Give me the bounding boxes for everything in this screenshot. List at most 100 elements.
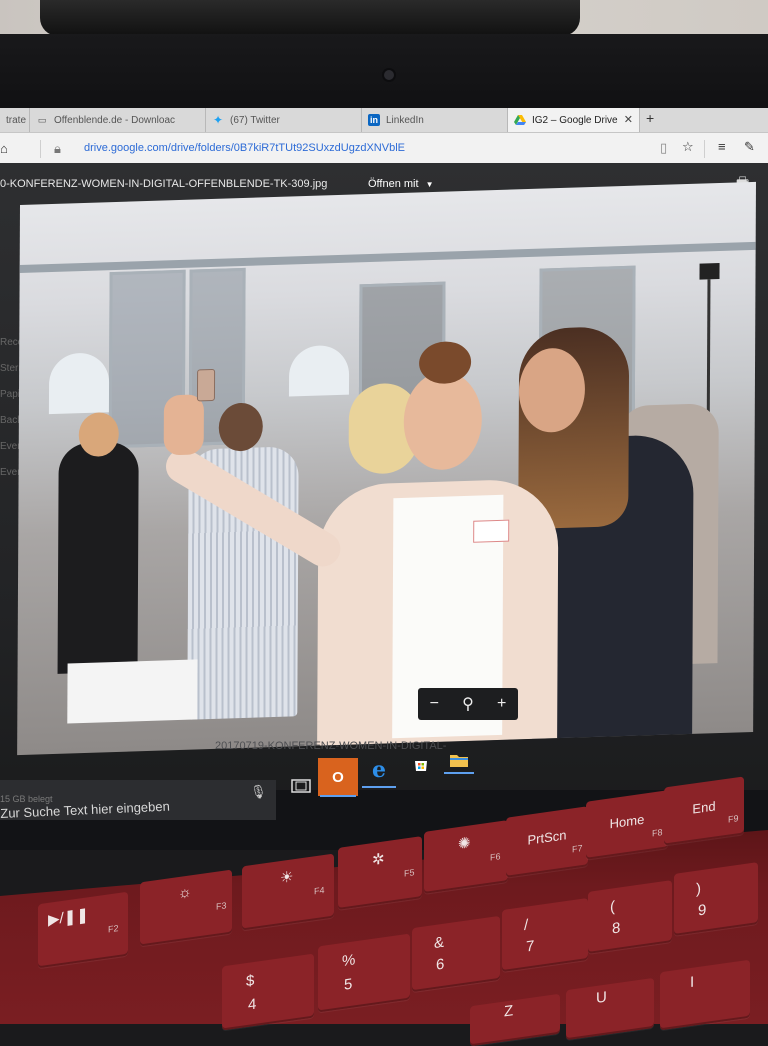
backlight-down-icon: ✲ [372, 850, 385, 870]
key-fn-label: F2 [108, 923, 119, 935]
key-label: 4 [248, 995, 257, 1014]
key-7[interactable]: / 7 [502, 897, 588, 973]
zoom-in-button[interactable]: + [497, 695, 506, 713]
divider [704, 140, 705, 158]
microphone-icon[interactable]: 🎙︎ [250, 784, 267, 800]
key-8[interactable]: ( 8 [588, 880, 672, 954]
key-9[interactable]: ) 9 [674, 862, 758, 936]
key-alt-label: ) [696, 880, 701, 898]
key-label: 9 [698, 901, 707, 920]
key-label: U [596, 988, 607, 1007]
file-name: 0-KONFERENZ-WOMEN-IN-DIGITAL-OFFENBLENDE… [0, 178, 328, 190]
task-view-icon[interactable] [284, 770, 318, 802]
tab-offenblende[interactable]: ▭ Offenblende.de - Downloac [30, 108, 206, 132]
outlook-icon[interactable]: O [318, 758, 358, 796]
preview-image [17, 181, 756, 756]
name-badge [473, 519, 510, 543]
key-5[interactable]: % 5 [318, 933, 410, 1013]
zoom-magnifier-icon[interactable]: ⚲ [462, 694, 474, 714]
key-fn-label: F7 [572, 843, 583, 855]
favorite-star-icon[interactable]: ☆ [682, 139, 694, 155]
active-indicator [320, 795, 356, 797]
store-icon[interactable] [404, 748, 438, 780]
key-fn-label: F9 [728, 813, 739, 825]
key-fn-label: F3 [216, 900, 227, 912]
key-play-pause[interactable]: ▶/❚❚ F2 [38, 891, 128, 969]
key-label: I [690, 973, 695, 992]
twitter-icon: ✦ [212, 113, 224, 127]
key-end[interactable]: End F9 [664, 776, 744, 846]
linkedin-icon: in [368, 114, 380, 126]
page-icon: ▭ [37, 114, 47, 125]
edge-icon[interactable]: e [362, 754, 396, 786]
tab-label: trate [6, 114, 27, 126]
web-note-icon[interactable]: ✎ [744, 139, 755, 155]
key-label: Z [504, 1002, 514, 1021]
google-drive-icon [514, 114, 526, 126]
key-f4[interactable]: ☀ F4 [242, 853, 334, 931]
home-icon[interactable]: ⌂ [0, 141, 8, 156]
backlight-up-icon: ✺ [458, 834, 471, 854]
key-alt-label: ( [610, 898, 615, 916]
hub-icon[interactable]: ≡ [718, 139, 726, 154]
zoom-out-button[interactable]: − [430, 695, 439, 713]
storage-usage: 15 GB belegt [0, 794, 53, 804]
key-fn-label: F8 [652, 827, 663, 839]
tab-label: Offenblende.de - Downloac [54, 114, 176, 126]
camera-icon [384, 70, 394, 80]
close-icon[interactable]: ✕ [624, 113, 633, 126]
new-tab-button[interactable]: + [646, 110, 654, 126]
open-with-button[interactable]: Öffnen mit ▼ [368, 178, 434, 190]
guest-silhouette [57, 441, 139, 674]
key-label: 6 [436, 955, 445, 974]
woman-face [403, 370, 483, 471]
tab-label: IG2 – Google Drive [532, 114, 618, 126]
hand [163, 394, 204, 456]
key-label: 8 [612, 919, 621, 938]
key-alt-label: % [342, 951, 356, 971]
divider [40, 140, 41, 158]
key-alt-label: & [434, 933, 445, 953]
tab-label: LinkedIn [386, 114, 424, 126]
key-f6[interactable]: ✺ F6 [424, 820, 508, 894]
key-label: 5 [344, 975, 353, 994]
device-clip [40, 0, 580, 36]
edge-label: e [372, 757, 386, 783]
key-prtscn[interactable]: PrtScn F7 [506, 806, 588, 878]
studio-light [699, 263, 720, 280]
key-f3[interactable]: ☼ F3 [140, 869, 232, 947]
key-6[interactable]: & 6 [412, 915, 500, 993]
ceiling-beam [19, 241, 756, 274]
tab-linkedin[interactable]: in LinkedIn [362, 108, 508, 132]
smartphone [196, 368, 216, 402]
chevron-down-icon: ▼ [425, 180, 434, 189]
key-fn-label: F6 [490, 851, 501, 863]
lock-icon: 🔒︎ [54, 141, 61, 156]
url-input[interactable]: drive.google.com/drive/folders/0B7kiR7tT… [84, 142, 405, 154]
zoom-toolbar: − ⚲ + [418, 688, 518, 720]
reading-view-icon[interactable]: ▯ [660, 140, 667, 156]
guest-head [218, 402, 263, 452]
key-fn-label: F5 [404, 867, 415, 879]
key-f5[interactable]: ✲ F5 [338, 836, 422, 910]
white-table [67, 659, 198, 724]
open-with-label: Öffnen mit [368, 178, 419, 190]
key-label: 7 [526, 937, 535, 956]
tab-google-drive[interactable]: IG2 – Google Drive ✕ [508, 108, 640, 132]
key-fn-label: F4 [314, 884, 325, 897]
active-indicator [362, 786, 396, 788]
key-home[interactable]: Home F8 [586, 790, 668, 860]
key-4[interactable]: $ 4 [222, 953, 314, 1031]
play-pause-icon: ▶/❚❚ [48, 906, 89, 929]
tab-label: (67) Twitter [230, 114, 280, 126]
brightness-down-icon: ☼ [178, 883, 192, 903]
outlook-label: O [332, 768, 344, 786]
tab-twitter[interactable]: ✦ (67) Twitter [206, 108, 362, 132]
arched-window [288, 344, 350, 397]
brightness-up-icon: ☀ [280, 868, 294, 888]
key-alt-label: / [524, 916, 529, 934]
key-alt-label: $ [246, 971, 255, 991]
tab-trate[interactable]: trate [0, 108, 30, 132]
active-indicator [444, 772, 474, 774]
arched-window [48, 352, 110, 415]
